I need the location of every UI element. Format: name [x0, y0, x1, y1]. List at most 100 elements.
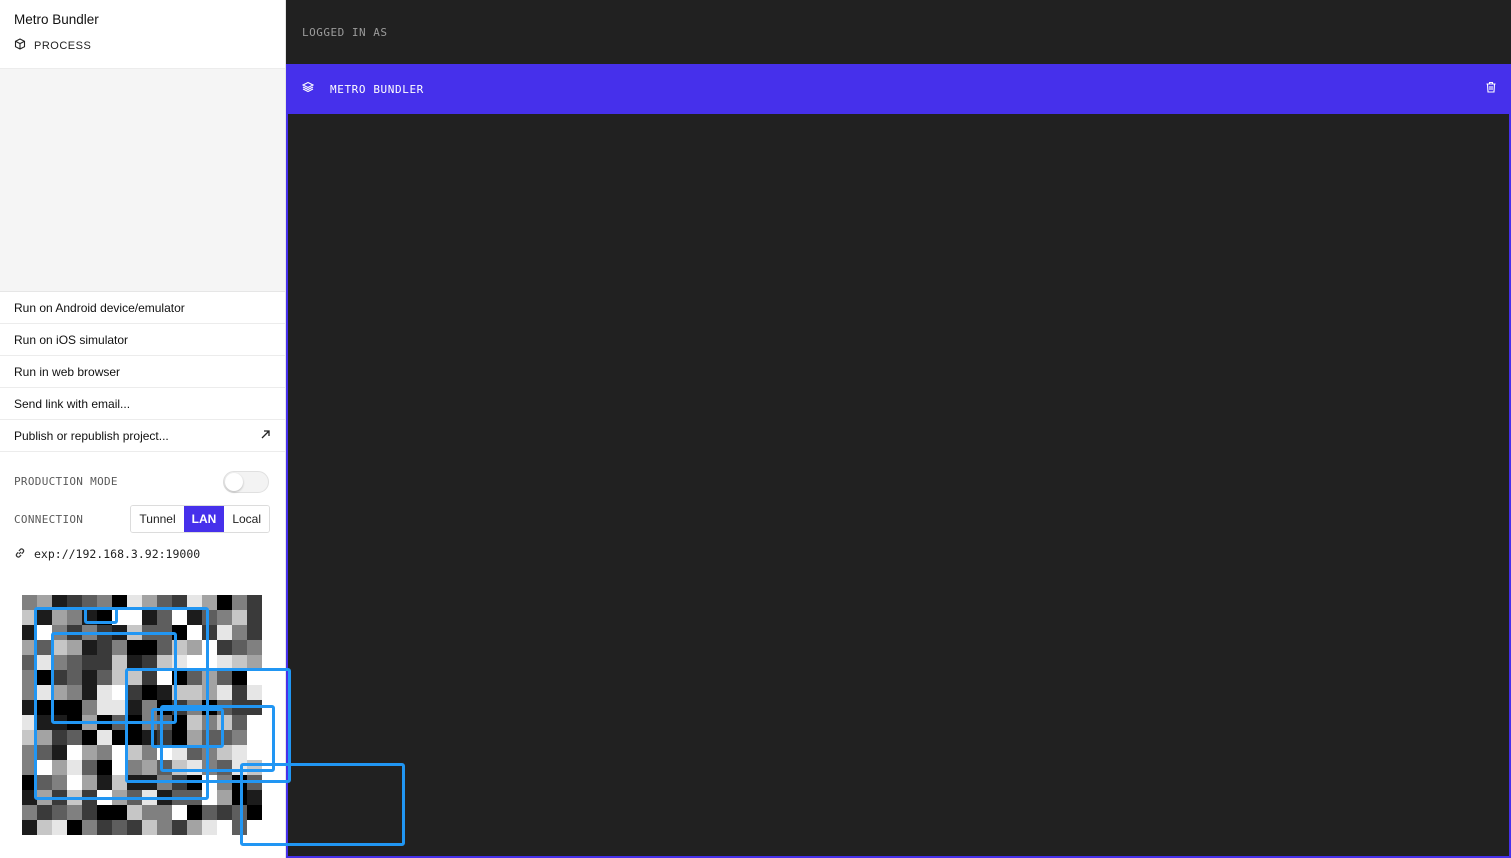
- qr-cell: [67, 610, 82, 625]
- qr-cell: [127, 775, 142, 790]
- send-link-button[interactable]: Send link with email...: [0, 388, 285, 420]
- qr-cell: [52, 625, 67, 640]
- qr-cell: [157, 775, 172, 790]
- run-web-button[interactable]: Run in web browser: [0, 356, 285, 388]
- qr-cell: [142, 790, 157, 805]
- trash-icon[interactable]: [1485, 80, 1497, 98]
- qr-cell: [142, 745, 157, 760]
- qr-cell: [187, 595, 202, 610]
- connection-tunnel-option[interactable]: Tunnel: [131, 506, 184, 532]
- qr-cell: [217, 760, 232, 775]
- qr-cell: [52, 655, 67, 670]
- qr-cell: [142, 685, 157, 700]
- connection-lan-option[interactable]: LAN: [183, 506, 225, 532]
- qr-cell: [52, 640, 67, 655]
- qr-cell: [172, 610, 187, 625]
- qr-cell: [157, 820, 172, 835]
- qr-cell: [217, 820, 232, 835]
- qr-cell: [97, 670, 112, 685]
- production-mode-toggle[interactable]: [223, 470, 269, 493]
- qr-cell: [142, 760, 157, 775]
- qr-cell: [127, 820, 142, 835]
- qr-cell: [232, 640, 247, 655]
- arrow-up-right-icon: [260, 429, 271, 443]
- qr-cell: [127, 655, 142, 670]
- qr-cell: [217, 775, 232, 790]
- qr-cell: [202, 820, 217, 835]
- qr-cell: [157, 790, 172, 805]
- qr-cell: [52, 775, 67, 790]
- qr-cell: [112, 640, 127, 655]
- qr-cell: [172, 625, 187, 640]
- qr-cell: [67, 670, 82, 685]
- qr-cell: [127, 760, 142, 775]
- qr-cell: [157, 745, 172, 760]
- qr-cell: [97, 805, 112, 820]
- log-title-wrap: METRO BUNDLER: [301, 80, 424, 98]
- qr-cell: [67, 685, 82, 700]
- qr-cell: [112, 760, 127, 775]
- qr-cell: [37, 730, 52, 745]
- qr-cell: [157, 655, 172, 670]
- qr-cell: [97, 715, 112, 730]
- qr-cell: [82, 685, 97, 700]
- qr-cell: [112, 715, 127, 730]
- project-url[interactable]: exp://192.168.3.92:19000: [34, 547, 200, 561]
- qr-cell: [202, 685, 217, 700]
- qr-cell: [37, 745, 52, 760]
- qr-cell: [22, 670, 37, 685]
- qr-cell: [82, 625, 97, 640]
- publish-button[interactable]: Publish or republish project...: [0, 420, 285, 452]
- qr-cell: [67, 775, 82, 790]
- qr-cell: [127, 610, 142, 625]
- qr-cell: [82, 610, 97, 625]
- qr-cell: [52, 805, 67, 820]
- qr-cell: [187, 715, 202, 730]
- qr-cell: [22, 640, 37, 655]
- qr-cell: [97, 685, 112, 700]
- qr-cell: [52, 595, 67, 610]
- connection-local-option[interactable]: Local: [224, 506, 269, 532]
- qr-cell: [217, 670, 232, 685]
- qr-cell: [172, 730, 187, 745]
- qr-cell: [202, 655, 217, 670]
- qr-cell: [202, 700, 217, 715]
- qr-cell: [232, 625, 247, 640]
- log-panel-header[interactable]: METRO BUNDLER: [286, 64, 1511, 114]
- qr-cell: [232, 805, 247, 820]
- qr-cell: [22, 685, 37, 700]
- qr-cell: [232, 700, 247, 715]
- qr-cell: [52, 730, 67, 745]
- qr-cell: [187, 700, 202, 715]
- qr-cell: [247, 685, 262, 700]
- qr-cell: [52, 700, 67, 715]
- qr-cell: [217, 790, 232, 805]
- qr-cell: [142, 805, 157, 820]
- qr-cell: [232, 745, 247, 760]
- qr-cell: [187, 805, 202, 820]
- log-output: [288, 114, 1509, 856]
- qr-cell: [217, 745, 232, 760]
- qr-cell: [247, 625, 262, 640]
- main-panel: LOGGED IN AS METRO BUNDLER: [286, 0, 1511, 858]
- run-ios-button[interactable]: Run on iOS simulator: [0, 324, 285, 356]
- qr-cell: [157, 595, 172, 610]
- qr-cell: [142, 595, 157, 610]
- qr-cell: [67, 820, 82, 835]
- connection-row: CONNECTION Tunnel LAN Local: [0, 504, 285, 534]
- qr-cell: [22, 715, 37, 730]
- qr-cell: [217, 805, 232, 820]
- qr-cell: [52, 790, 67, 805]
- sidebar: Metro Bundler PROCESS Run on Android dev…: [0, 0, 286, 858]
- qr-cell: [247, 820, 262, 835]
- qr-cell: [142, 670, 157, 685]
- qr-cell: [97, 745, 112, 760]
- qr-cell: [67, 730, 82, 745]
- qr-cell: [172, 715, 187, 730]
- qr-cell: [247, 670, 262, 685]
- qr-cell: [22, 760, 37, 775]
- qr-cell: [82, 655, 97, 670]
- qr-cell: [82, 820, 97, 835]
- qr-cell: [52, 745, 67, 760]
- run-android-button[interactable]: Run on Android device/emulator: [0, 292, 285, 324]
